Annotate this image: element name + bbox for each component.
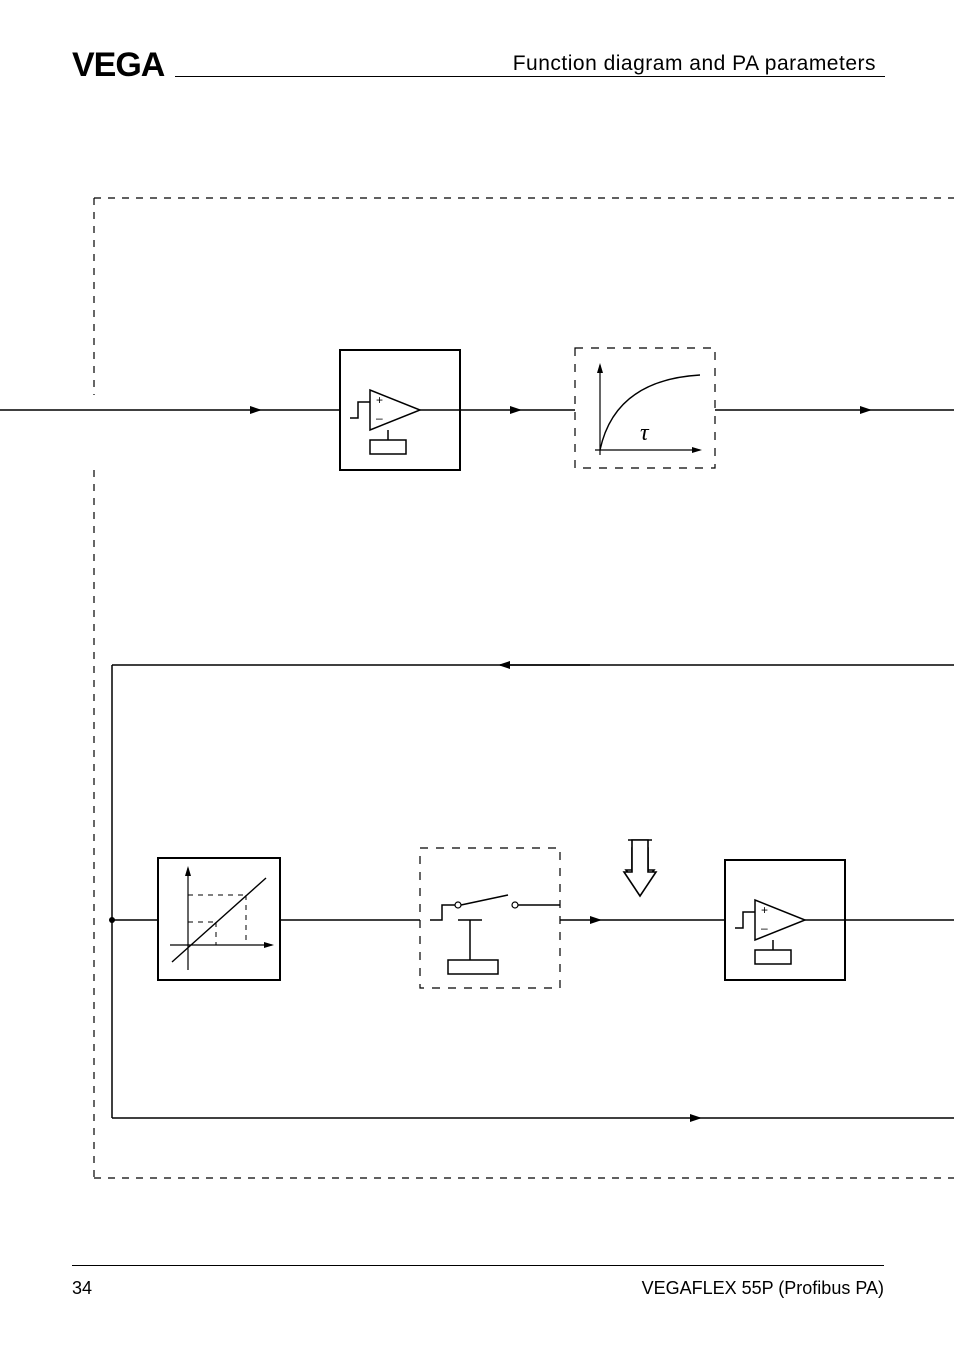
function-diagram: + – τ xyxy=(0,0,954,1354)
plus-label: + xyxy=(376,393,383,407)
plus-label-2: + xyxy=(761,903,768,917)
tau-block: τ xyxy=(575,348,715,468)
footer-doc-title: VEGAFLEX 55P (Profibus PA) xyxy=(642,1278,884,1299)
switch-block xyxy=(420,848,560,988)
footer-rule xyxy=(72,1265,884,1266)
injection-arrow-icon xyxy=(624,840,656,896)
page-number: 34 xyxy=(72,1278,92,1299)
scaling-block xyxy=(158,858,280,980)
page: VEGA Function diagram and PA parameters xyxy=(0,0,954,1354)
comparator-block-1: + – xyxy=(340,350,460,470)
minus-label: – xyxy=(376,411,383,425)
minus-label-2: – xyxy=(761,921,768,935)
tau-symbol: τ xyxy=(640,420,650,446)
comparator-block-2: + – xyxy=(725,860,845,980)
